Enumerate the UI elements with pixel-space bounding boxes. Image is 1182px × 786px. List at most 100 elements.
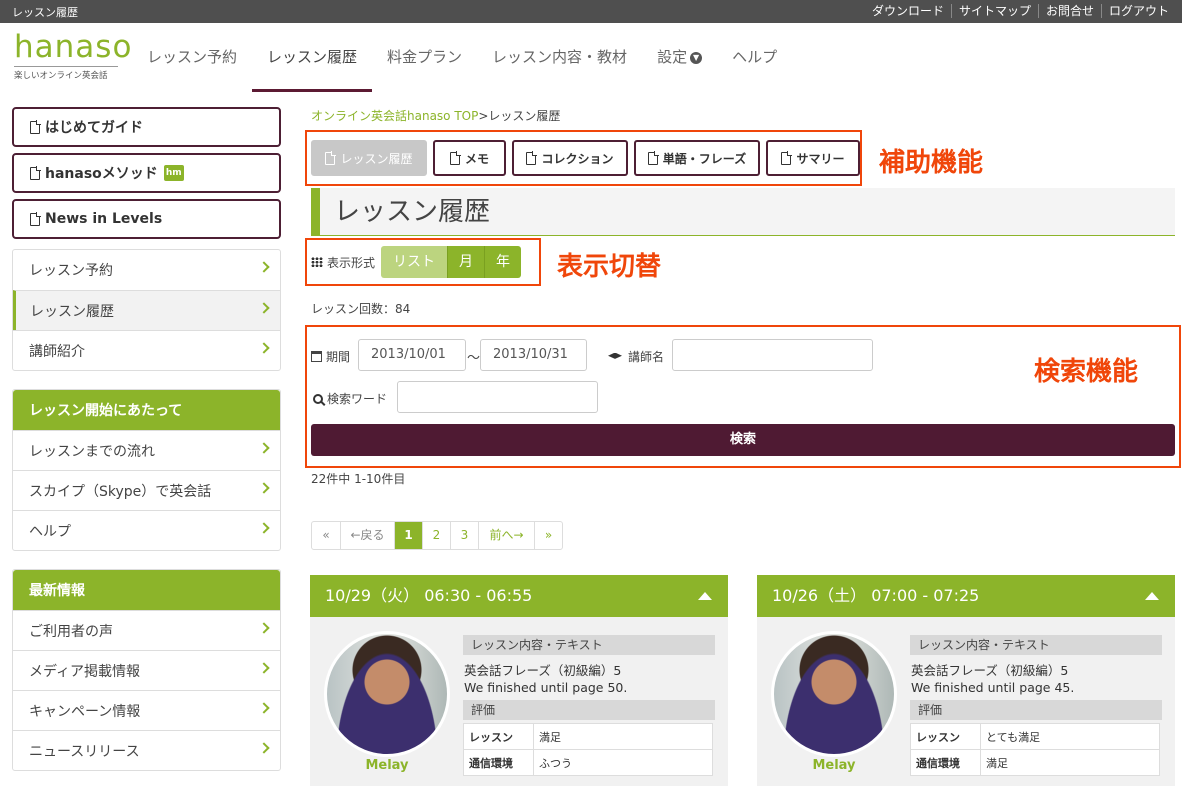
teacher-name-link[interactable]: Melay [324,758,450,773]
method-badge-icon: hm [163,165,184,181]
subnav-label: サマリー [796,151,845,166]
sidebar-item-skype[interactable]: スカイプ（Skype）で英会話 [13,470,280,510]
annotation-label-aux: 補助機能 [879,148,984,178]
table-row: レッスン とても満足 [910,723,1160,750]
subnav-summary[interactable]: サマリー [766,140,860,176]
sidebar-section-title: レッスン開始にあたって [13,390,280,430]
subnav-lesson-history[interactable]: レッスン履歴 [311,140,427,176]
lesson-card-header[interactable]: 10/26（土） 07:00 - 07:25 [757,575,1175,617]
chevron-right-icon [258,342,270,354]
sidebar-item-label: レッスン履歴 [30,303,114,320]
sidebar-item-help[interactable]: ヘルプ [13,510,280,550]
lesson-date: 10/29（火） 06:30 - 06:55 [325,586,533,605]
chevron-right-icon [258,622,270,634]
sidebar-item-label: ヘルプ [29,523,71,540]
search-button[interactable]: 検索 [311,424,1175,456]
evaluation-table: レッスン 満足 通信環境 ふつう [463,723,713,776]
view-mode-list[interactable]: リスト [381,246,448,278]
sidebar-item-media[interactable]: メディア掲載情報 [13,650,280,690]
content-section-label: レッスン内容・テキスト [463,635,715,655]
hanaso-logo[interactable]: hanaso 楽しいオンライン英会話 [14,30,131,86]
period-label: 期間 [326,350,351,364]
date-range-tilde: ～ [467,351,481,366]
pager-page-1[interactable]: 1 [394,522,422,549]
collapse-icon[interactable] [698,592,712,600]
nav-lesson-reserve[interactable]: レッスン予約 [132,24,252,90]
pagination: « ←戻る 1 2 3 前へ→ » [311,521,563,550]
table-row: レッスン 満足 [463,723,713,750]
eval-key: 通信環境 [463,749,534,776]
download-link[interactable]: ダウンロード [865,4,951,18]
lesson-card-header[interactable]: 10/29（火） 06:30 - 06:55 [310,575,728,617]
subnav-label: メモ [464,151,489,166]
breadcrumb-home-link[interactable]: オンライン英会話hanaso TOP [311,109,478,123]
graduation-cap-icon [608,352,622,359]
eval-value: 満足 [533,723,713,750]
chevron-right-icon [258,742,270,754]
subnav-label: レッスン履歴 [340,151,413,166]
sitemap-link[interactable]: サイトマップ [950,4,1038,18]
pager-last[interactable]: » [534,522,562,549]
top-bar: レッスン履歴 ダウンロード サイトマップ お問合せ ログアウト [0,0,1182,23]
nav-settings[interactable]: 設定 ▼ [642,24,717,90]
pager-first[interactable]: « [312,522,340,549]
nav-help[interactable]: ヘルプ [717,24,792,90]
subnav-words-phrases[interactable]: 単語・フレーズ [634,140,760,176]
teacher-name-link[interactable]: Melay [771,758,897,773]
chevron-right-icon [258,261,270,273]
date-from-input[interactable]: 2013/10/01 [358,339,466,371]
nav-pricing[interactable]: 料金プラン [372,24,477,90]
pager-prev[interactable]: ←戻る [340,522,394,549]
eval-key: レッスン [910,723,981,750]
evaluation-section-label: 評価 [463,700,715,720]
logout-link[interactable]: ログアウト [1100,4,1176,18]
evaluation-table: レッスン とても満足 通信環境 満足 [910,723,1160,776]
guide-button-beginner[interactable]: はじめてガイド [12,107,281,147]
sidebar-item-testimonials[interactable]: ご利用者の声 [13,610,280,650]
contact-link[interactable]: お問合せ [1037,4,1101,18]
page-title: レッスン履歴 [311,188,1175,236]
view-mode-year[interactable]: 年 [484,246,522,278]
subnav-memo[interactable]: メモ [433,140,506,176]
sidebar-item-lesson-history[interactable]: レッスン履歴 [13,290,280,330]
logo-tagline: 楽しいオンライン英会話 [14,66,118,81]
top-bar-links: ダウンロード サイトマップ お問合せ ログアウト [865,4,1176,18]
annotation-label-search: 検索機能 [1034,357,1139,387]
teacher-avatar[interactable] [771,631,897,757]
guide-button-news-in-levels[interactable]: News in Levels [12,199,281,239]
sidebar-item-campaign[interactable]: キャンペーン情報 [13,690,280,730]
nav-lesson-history[interactable]: レッスン履歴 [252,24,373,92]
document-icon [30,119,41,134]
lesson-card: 10/26（土） 07:00 - 07:25 Melay レッスン内容・テキスト… [757,575,1175,786]
subnav-label: 単語・フレーズ [662,151,747,166]
pager-next[interactable]: 前へ→ [478,522,534,549]
document-icon [30,165,41,180]
nav-lesson-content[interactable]: レッスン内容・教材 [477,24,642,90]
view-mode-month[interactable]: 月 [447,246,485,278]
sidebar-item-label: スカイプ（Skype）で英会話 [29,483,212,500]
pager-page-2[interactable]: 2 [422,522,450,549]
sidebar-item-label: レッスン予約 [29,263,113,279]
keyword-input[interactable] [397,381,598,413]
chevron-right-icon [258,662,270,674]
teacher-avatar[interactable] [324,631,450,757]
teacher-name-input[interactable] [672,339,873,371]
document-icon [647,150,659,165]
subnav-collection[interactable]: コレクション [512,140,628,176]
sidebar-item-flow[interactable]: レッスンまでの流れ [13,430,280,470]
subnav-label: コレクション [541,151,614,166]
chevron-right-icon [258,482,270,494]
pager-page-3[interactable]: 3 [450,522,478,549]
global-nav: レッスン予約 レッスン履歴 料金プラン レッスン内容・教材 設定 ▼ ヘルプ [132,24,792,92]
sidebar-item-teachers[interactable]: 講師紹介 [13,330,280,370]
teacher-label-wrap: 講師名 [608,348,664,365]
sidebar-item-label: ニュースリリース [29,743,140,760]
sidebar-item-lesson-reserve[interactable]: レッスン予約 [13,250,280,290]
view-mode-segments: リスト 月 年 [381,246,522,278]
eval-value: 満足 [980,749,1160,776]
collapse-icon[interactable] [1145,592,1159,600]
guide-button-method[interactable]: hanasoメソッド hm [12,153,281,193]
sidebar-item-news-release[interactable]: ニュースリリース [13,730,280,770]
date-to-input[interactable]: 2013/10/31 [480,339,587,371]
sidebar-item-label: キャンペーン情報 [29,703,141,720]
